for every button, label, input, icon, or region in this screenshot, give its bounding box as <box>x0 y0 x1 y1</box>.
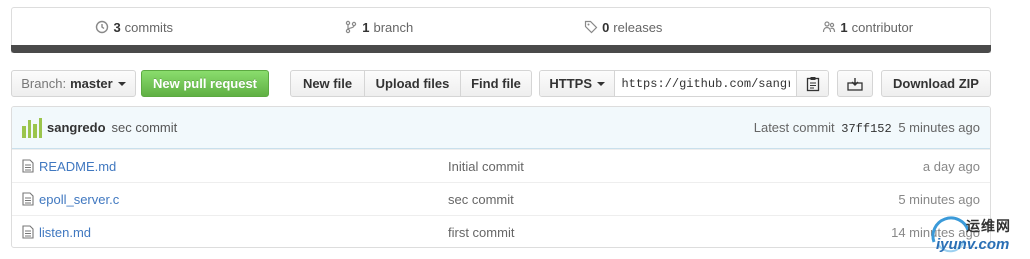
file-age: 5 minutes ago <box>898 191 980 207</box>
file-name-link[interactable]: README.md <box>39 159 116 174</box>
clone-protocol-label: HTTPS <box>549 76 593 91</box>
chevron-down-icon <box>597 81 606 86</box>
clone-protocol-select[interactable]: HTTPS <box>540 71 616 96</box>
branch-icon <box>346 20 357 34</box>
copy-url-button[interactable] <box>796 71 828 96</box>
table-row: README.md Initial commit a day ago <box>12 149 990 182</box>
file-table: sangredo sec commit Latest commit 37ff15… <box>11 106 991 248</box>
download-zip-button[interactable]: Download ZIP <box>881 70 991 97</box>
branch-select-value: master <box>70 76 113 91</box>
branch-count: 1 <box>362 19 370 35</box>
clipboard-icon <box>806 76 819 91</box>
contributor-count: 1 <box>840 19 848 35</box>
clone-url-input[interactable] <box>615 71 797 96</box>
file-name-link[interactable]: listen.md <box>39 225 91 240</box>
watermark-en-text: iyunv.com <box>936 236 1010 253</box>
stat-commits[interactable]: 3 commits <box>12 8 257 46</box>
branch-select-label: Branch: <box>21 76 67 91</box>
releases-count: 0 <box>602 19 610 35</box>
file-commit-message[interactable]: Initial commit <box>448 159 923 174</box>
commit-author-link[interactable]: sangredo <box>47 120 106 135</box>
commit-message-link[interactable]: sec commit <box>112 120 178 135</box>
commit-sha-link[interactable]: 37ff152 <box>841 122 891 136</box>
commits-count: 3 <box>113 19 121 35</box>
file-actions-group: New file Upload files Find file <box>290 70 532 97</box>
open-in-desktop-button[interactable] <box>837 70 873 97</box>
releases-label: releases <box>613 19 663 35</box>
chevron-down-icon <box>117 81 126 86</box>
file-name-link[interactable]: epoll_server.c <box>39 192 119 207</box>
latest-commit-label: Latest commit <box>753 119 835 135</box>
file-text-icon <box>22 225 34 239</box>
branch-select-button[interactable]: Branch: master <box>11 70 136 97</box>
contributor-label: contributor <box>851 19 914 35</box>
repo-stats-bar: 3 commits 1 branch 0 releases 1 contribu… <box>11 7 991 53</box>
file-age: a day ago <box>922 158 980 174</box>
people-icon <box>823 21 836 33</box>
stat-releases[interactable]: 0 releases <box>501 8 746 46</box>
table-row: listen.md first commit 14 minutes ago <box>12 215 990 247</box>
language-bar[interactable] <box>11 45 991 53</box>
find-file-button[interactable]: Find file <box>460 71 531 96</box>
avatar[interactable] <box>22 117 42 138</box>
table-row: epoll_server.c sec commit 5 minutes ago <box>12 182 990 215</box>
new-pull-request-button[interactable]: New pull request <box>141 70 269 97</box>
commit-age: 5 minutes ago <box>898 119 980 135</box>
commits-label: commits <box>124 19 174 35</box>
clone-url-box: HTTPS <box>539 70 829 97</box>
watermark-cn-text: 运维网 <box>966 218 1011 234</box>
file-text-icon <box>22 192 34 206</box>
file-commit-message[interactable]: sec commit <box>448 192 898 207</box>
file-commit-message[interactable]: first commit <box>448 225 891 240</box>
stat-branches[interactable]: 1 branch <box>257 8 502 46</box>
latest-commit-bar: sangredo sec commit Latest commit 37ff15… <box>12 107 990 149</box>
latest-commit-info: Latest commit 37ff152 5 minutes ago <box>754 120 980 136</box>
stat-contributors[interactable]: 1 contributor <box>746 8 991 46</box>
file-text-icon <box>22 159 34 173</box>
site-watermark: 运维网 iyunv.com <box>928 212 1028 258</box>
upload-files-button[interactable]: Upload files <box>364 71 460 96</box>
tag-icon <box>584 20 598 34</box>
branch-label: branch <box>373 19 414 35</box>
desktop-download-icon <box>847 77 863 91</box>
history-icon <box>96 20 109 34</box>
new-file-button[interactable]: New file <box>291 71 364 96</box>
